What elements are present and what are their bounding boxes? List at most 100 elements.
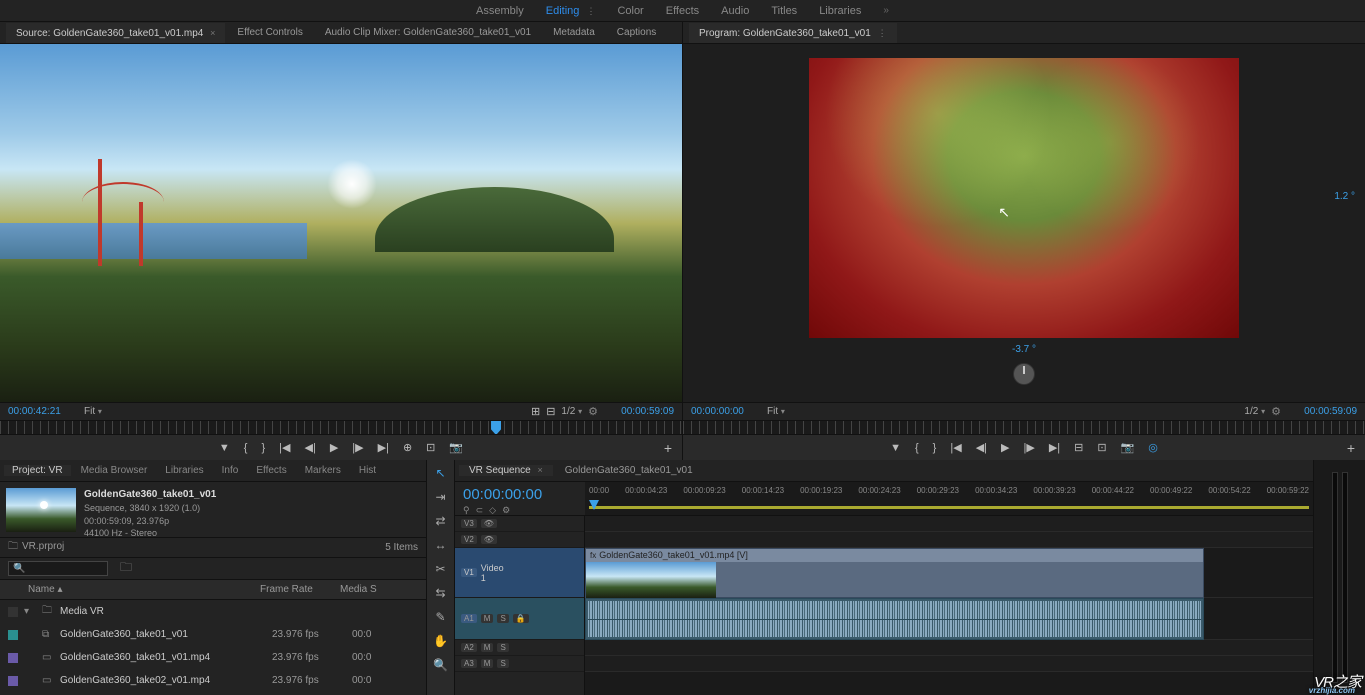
settings-icon[interactable]: ⚙ [502,505,510,516]
playhead-icon[interactable] [491,421,501,435]
audio-clip-mixer-tab[interactable]: Audio Clip Mixer: GoldenGate360_take01_v… [315,23,541,43]
program-time-ruler[interactable] [683,420,1365,434]
effect-controls-tab[interactable]: Effect Controls [227,23,312,43]
workspace-tab-effects[interactable]: Effects [666,5,699,17]
go-to-in-icon[interactable]: |◀ [279,441,290,454]
step-back-icon[interactable]: ◀| [976,441,987,454]
video-clip[interactable]: fxGoldenGate360_take01_v01.mp4 [V] [585,548,1204,598]
play-icon[interactable]: ▶ [330,441,338,454]
razor-tool-icon[interactable]: ✂ [435,560,445,578]
selection-tool-icon[interactable]: ↖ [435,464,445,482]
go-to-out-icon[interactable]: ▶| [378,441,389,454]
effects-tab[interactable]: Effects [248,465,294,476]
export-frame-icon[interactable]: 📷 [1121,441,1135,454]
lift-icon[interactable]: ⊟ [1074,441,1083,454]
track-header-a2[interactable]: A2MS [455,640,584,656]
insert-icon[interactable]: ⊕ [403,441,412,454]
track-header-v3[interactable]: V3👁 [455,516,584,532]
vr-display-icon[interactable]: ◎ [1148,441,1158,454]
media-browser-tab[interactable]: Media Browser [73,465,156,476]
timeline-panel: VR Sequence × GoldenGate360_take01_v01 0… [455,460,1313,695]
workspace-overflow-icon[interactable]: » [883,5,889,16]
mark-in-icon[interactable]: { [915,442,919,454]
metadata-tab[interactable]: Metadata [543,23,605,43]
program-timecode-in[interactable]: 00:00:00:00 [691,406,761,417]
overwrite-icon[interactable]: ⊡ [426,441,435,454]
history-tab[interactable]: Hist [351,465,384,476]
hand-tool-icon[interactable]: ✋ [433,632,448,650]
project-columns-header[interactable]: Name ▴ Frame Rate Media S [0,580,426,600]
workspace-tab-audio[interactable]: Audio [721,5,749,17]
track-header-v1[interactable]: V1Video 1 [455,548,584,598]
source-timecode-in[interactable]: 00:00:42:21 [8,406,78,417]
export-frame-icon[interactable]: 📷 [449,441,463,454]
extract-icon[interactable]: ⊡ [1097,441,1106,454]
zoom-tool-icon[interactable]: 🔍 [433,656,448,674]
program-monitor[interactable]: 1.2 ° ↖ -3.7 ° [683,44,1365,402]
add-marker-icon[interactable]: ▼ [219,442,230,454]
source-time-ruler[interactable] [0,420,682,434]
cursor-icon: ↖ [998,204,1010,221]
program-zoom-dropdown[interactable]: 1/2 ▾ [1244,406,1265,417]
project-tab[interactable]: Project: VR [4,465,71,476]
source-zoom-dropdown[interactable]: 1/2 ▾ [561,406,582,417]
vr-rotation-knob[interactable] [1013,363,1035,385]
source-fit-dropdown[interactable]: Fit ▾ [84,406,102,417]
add-marker-icon[interactable]: ▼ [890,442,901,454]
markers-tab[interactable]: Markers [297,465,349,476]
project-row-folder[interactable]: ▾🗀Media VR [0,600,426,623]
timeline-tab[interactable]: GoldenGate360_take01_v01 [555,465,703,476]
add-button-icon[interactable]: + [1347,440,1355,456]
captions-tab[interactable]: Captions [607,23,666,43]
audio-clip[interactable] [585,598,1204,640]
ripple-edit-tool-icon[interactable]: ⇄ [435,512,445,530]
pen-tool-icon[interactable]: ✎ [435,608,445,626]
search-input[interactable] [8,561,108,576]
track-select-tool-icon[interactable]: ⇥ [435,488,445,506]
info-tab[interactable]: Info [214,465,247,476]
go-to-in-icon[interactable]: |◀ [950,441,961,454]
mark-out-icon[interactable]: } [261,442,265,454]
timeline-tab[interactable]: VR Sequence × [459,465,553,476]
timeline-ruler[interactable]: 00:0000:00:04:2300:00:09:2300:00:14:2300… [585,482,1313,515]
settings-icon[interactable]: ⚙ [588,405,598,418]
snap-icon[interactable]: ⚲ [463,505,470,516]
source-tab[interactable]: Source: GoldenGate360_take01_v01.mp4 × [6,23,225,43]
track-header-a1[interactable]: A1MS🔒 [455,598,584,640]
out-point-icon[interactable]: ⊟ [546,405,555,418]
play-icon[interactable]: ▶ [1001,441,1009,454]
project-row-item[interactable]: ▭GoldenGate360_take02_v01.mp423.976 fps0… [0,669,426,692]
rate-stretch-tool-icon[interactable]: ↔ [435,536,447,554]
workspace-tab-libraries[interactable]: Libraries [819,5,861,17]
timeline-timecode[interactable]: 00:00:00:00 [463,486,577,503]
tool-palette: ↖ ⇥ ⇄ ↔ ✂ ⇆ ✎ ✋ 🔍 [427,460,455,695]
close-icon[interactable]: × [210,28,215,38]
linked-selection-icon[interactable]: ⊂ [476,505,484,516]
libraries-tab[interactable]: Libraries [157,465,211,476]
step-back-icon[interactable]: ◀| [305,441,316,454]
workspace-tab-assembly[interactable]: Assembly [476,5,524,17]
workspace-tab-titles[interactable]: Titles [771,5,797,17]
project-row-item[interactable]: ▭GoldenGate360_take01_v01.mp423.976 fps0… [0,646,426,669]
step-forward-icon[interactable]: |▶ [352,441,363,454]
project-row-item[interactable]: ⧉GoldenGate360_take01_v0123.976 fps00:0 [0,623,426,646]
mark-out-icon[interactable]: } [933,442,937,454]
program-tab[interactable]: Program: GoldenGate360_take01_v01 ⋮ [689,23,897,43]
track-content[interactable]: fxGoldenGate360_take01_v01.mp4 [V] [585,516,1313,695]
slip-tool-icon[interactable]: ⇆ [435,584,445,602]
track-header-a3[interactable]: A3MS [455,656,584,672]
marker-icon[interactable]: ◇ [489,505,496,516]
mark-in-icon[interactable]: { [244,442,248,454]
go-to-out-icon[interactable]: ▶| [1049,441,1060,454]
add-button-icon[interactable]: + [664,440,672,456]
track-header-v2[interactable]: V2👁 [455,532,584,548]
safe-margins-icon[interactable]: ⊞ [531,405,540,418]
source-monitor[interactable] [0,44,682,402]
step-forward-icon[interactable]: |▶ [1023,441,1034,454]
workspace-tab-color[interactable]: Color [617,5,643,17]
program-fit-dropdown[interactable]: Fit ▾ [767,406,785,417]
settings-icon[interactable]: ⚙ [1271,405,1281,418]
workspace-tab-editing[interactable]: Editing ⋮ [546,5,596,17]
close-icon[interactable]: ⋮ [878,28,887,38]
new-bin-icon[interactable]: 🗀 [120,558,132,579]
